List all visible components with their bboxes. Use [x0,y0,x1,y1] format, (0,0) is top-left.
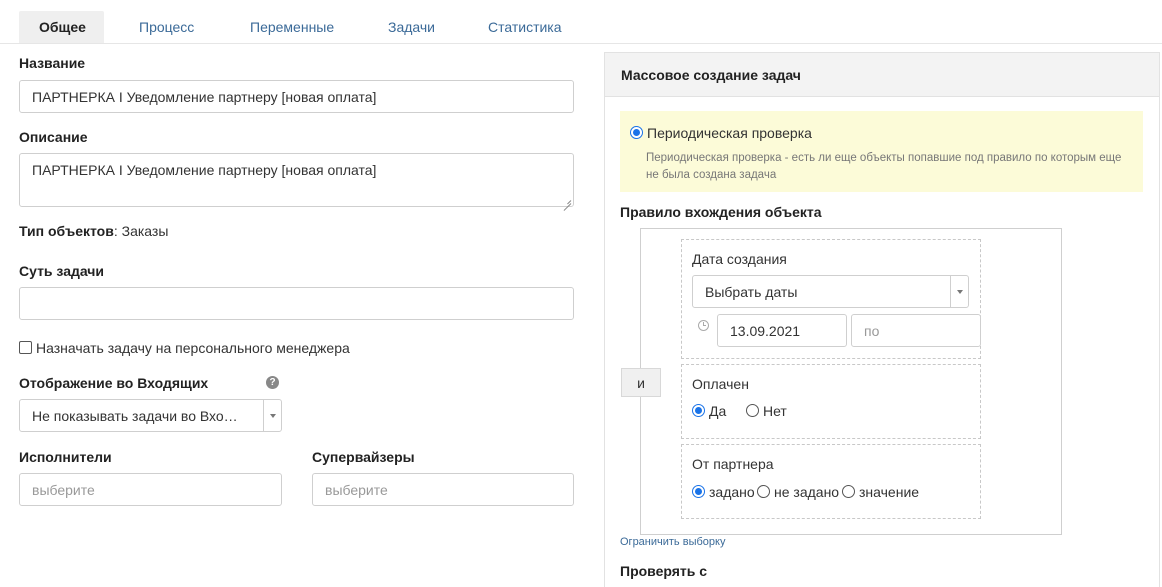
tab-process[interactable]: Процесс [139,11,225,43]
tab-tasks[interactable]: Задачи [388,11,463,43]
inbox-select-arrow[interactable] [263,400,281,431]
tab-bar: Общее Процесс Переменные Задачи Статисти… [19,11,578,43]
panel-title: Массовое создание задач [621,67,801,83]
essence-input[interactable] [19,287,574,320]
periodic-check-label: Периодическая проверка [647,125,812,141]
partner-set-label: задано [709,484,755,500]
limit-selection-link[interactable]: Ограничить выборку [620,536,725,548]
executors-label: Исполнители [19,449,112,465]
object-type: Тип объектов: Заказы [19,223,168,239]
description-textarea[interactable]: ПАРТНЕРКА I Уведомление партнеру [новая … [19,153,574,207]
resize-handle-icon[interactable] [563,196,571,204]
date-to-input[interactable]: по [851,314,981,347]
panel-header: Массовое создание задач [605,53,1159,97]
periodic-desc-line-2: не была создана задача [646,169,777,181]
partner-not-set-label: не задано [774,484,840,500]
rule-label: Правило вхождения объекта [620,204,822,220]
partner-value-radio[interactable] [842,485,855,498]
tabs-divider [0,43,1162,44]
paid-yes-radio[interactable] [692,404,705,417]
partner-set-radio[interactable] [692,485,705,498]
periodic-desc-line-1: Периодическая проверка - есть ли еще объ… [646,152,1122,164]
check-from-label: Проверять с [620,563,708,579]
name-label: Название [19,55,86,71]
description-label: Описание [19,129,88,145]
paid-no-radio[interactable] [746,404,759,417]
executors-input[interactable]: выберите [19,473,282,506]
date-from-input[interactable]: 13.09.2021 [717,314,847,347]
essence-label: Суть задачи [19,263,105,279]
tab-general[interactable]: Общее [19,11,104,43]
paid-label: Оплачен [692,376,749,392]
supervisors-label: Супервайзеры [312,449,415,465]
description-text: ПАРТНЕРКА I Уведомление партнеру [новая … [32,162,377,178]
inbox-select-value: Не показывать задачи во Вхо… [32,407,238,424]
assign-personal-label: Назначать задачу на персонального менедж… [36,340,350,356]
partner-value-label: значение [859,484,920,500]
assign-personal-checkbox[interactable] [19,341,32,354]
created-date-label: Дата создания [692,251,787,267]
inbox-select[interactable]: Не показывать задачи во Вхо… [19,399,282,432]
inbox-label: Отображение во Входящих [19,375,209,391]
object-type-label: Тип объектов [19,223,114,239]
periodic-check-radio[interactable] [630,126,643,139]
created-date-select-arrow[interactable] [950,276,968,307]
supervisors-input[interactable]: выберите [312,473,574,506]
clock-icon [698,320,709,331]
name-input[interactable]: ПАРТНЕРКА I Уведомление партнеру [новая … [19,80,574,113]
help-icon[interactable]: ? [266,376,279,389]
chevron-down-icon [269,413,276,418]
partner-label: От партнера [692,456,774,472]
created-date-select-value: Выбрать даты [705,283,798,300]
created-date-select[interactable]: Выбрать даты [692,275,969,308]
tab-statistics[interactable]: Статистика [488,11,578,43]
object-type-value: : Заказы [113,223,169,239]
partner-not-set-radio[interactable] [757,485,770,498]
paid-no-label: Нет [763,403,787,419]
paid-yes-label: Да [709,403,727,419]
chevron-down-icon [956,289,963,294]
and-operator-button[interactable]: и [621,368,661,397]
tab-variables[interactable]: Переменные [250,11,363,43]
